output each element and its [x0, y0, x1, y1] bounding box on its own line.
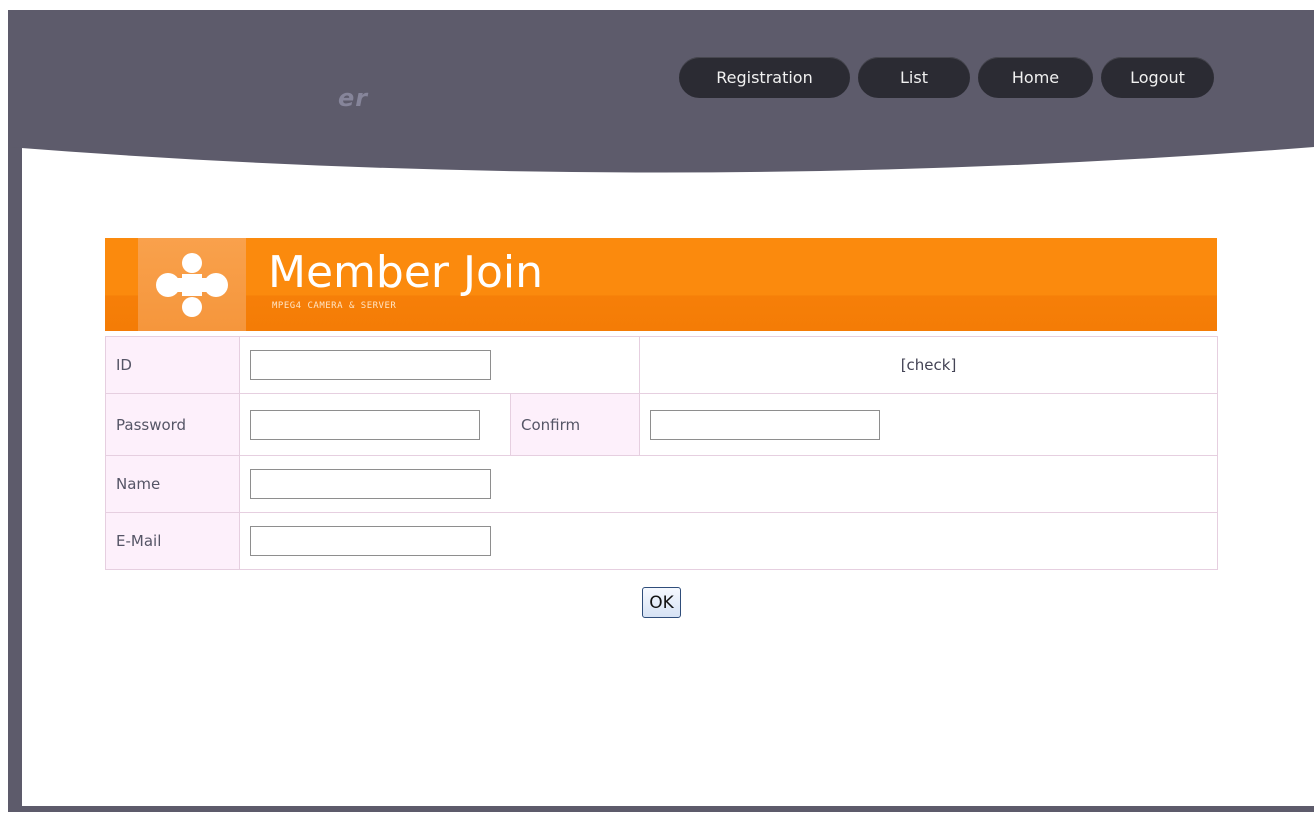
member-join-form: ID [check] Password Confirm Name E-Mail [105, 336, 1218, 570]
ok-button[interactable]: OK [642, 587, 681, 618]
email-input[interactable] [250, 526, 491, 556]
form-row-email: E-Mail [105, 512, 1218, 570]
form-row-password: Password Confirm [105, 393, 1218, 456]
banner-subtitle: MPEG4 CAMERA & SERVER [272, 301, 397, 311]
nav-home-button[interactable]: Home [978, 57, 1093, 98]
name-input-cell [239, 455, 1218, 513]
header-curve-shape [8, 10, 1314, 173]
nav-logout-button[interactable]: Logout [1101, 57, 1214, 98]
nav-list-button[interactable]: List [858, 57, 970, 98]
name-input[interactable] [250, 469, 491, 499]
check-cell: [check] [639, 336, 1218, 394]
form-row-name: Name [105, 455, 1218, 513]
page-title: Member Join [268, 247, 543, 298]
site-logo: er [338, 84, 369, 112]
name-label: Name [105, 455, 240, 513]
confirm-input-cell [639, 393, 1218, 456]
confirm-label: Confirm [510, 393, 640, 456]
confirm-password-input[interactable] [650, 409, 880, 440]
password-input-cell [239, 393, 511, 456]
banner-icon-tile [138, 238, 246, 331]
clover-logo-icon [156, 253, 228, 317]
id-input[interactable] [250, 350, 491, 380]
password-label: Password [105, 393, 240, 456]
page-frame: er Registration List Home Logout Member … [0, 0, 1314, 814]
id-input-cell [239, 336, 640, 394]
nav-registration-button[interactable]: Registration [679, 57, 850, 98]
email-input-cell [239, 512, 1218, 570]
form-row-id: ID [check] [105, 336, 1218, 394]
member-join-banner: Member Join MPEG4 CAMERA & SERVER [105, 238, 1217, 331]
password-input[interactable] [250, 409, 480, 440]
window-bottom-edge [8, 806, 1314, 812]
email-label: E-Mail [105, 512, 240, 570]
id-label: ID [105, 336, 240, 394]
check-id-link[interactable]: [check] [650, 356, 1207, 374]
header-band [8, 10, 1314, 200]
